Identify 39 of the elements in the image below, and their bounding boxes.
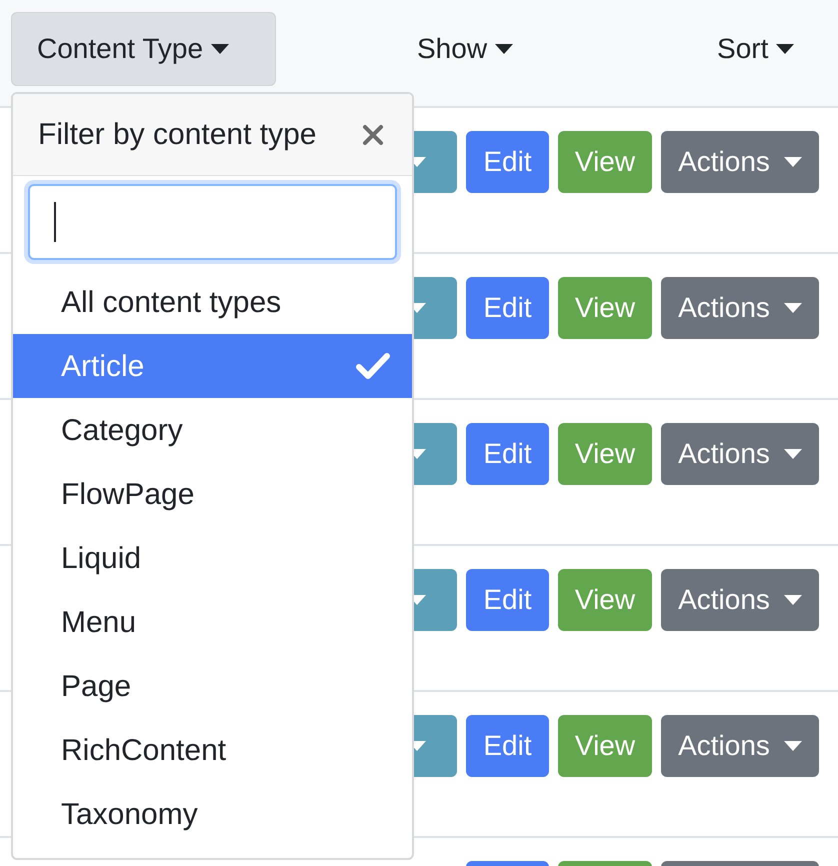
view-button[interactable]: View (558, 423, 652, 485)
view-button[interactable]: View (558, 569, 652, 631)
text-cursor (54, 202, 56, 242)
close-icon[interactable] (362, 124, 384, 146)
actions-button[interactable]: Actions (661, 131, 819, 193)
edit-button[interactable]: Edit (466, 131, 549, 193)
edit-button[interactable]: Edit (466, 277, 549, 339)
actions-button[interactable]: Actions (661, 569, 819, 631)
menu-title: Filter by content type (38, 117, 316, 153)
actions-button[interactable]: Actions (661, 423, 819, 485)
check-icon (356, 352, 390, 380)
toolbar-dropdown[interactable]: Content Type (11, 12, 276, 86)
toolbar-dropdown[interactable]: Sort (692, 12, 820, 86)
caret-icon (784, 303, 802, 313)
view-button[interactable]: View (558, 131, 652, 193)
caret-icon (784, 595, 802, 605)
menu-item[interactable]: Liquid (13, 526, 412, 590)
edit-button[interactable]: Edit (466, 569, 549, 631)
menu-item[interactable]: All content types (13, 270, 412, 334)
menu-item[interactable]: Taxonomy (13, 782, 412, 846)
view-button[interactable]: View (558, 277, 652, 339)
edit-button[interactable]: Edit (466, 423, 549, 485)
toolbar-dropdown[interactable]: Show (392, 12, 538, 86)
view-button[interactable]: View (558, 715, 652, 777)
menu-item[interactable]: FlowPage (13, 462, 412, 526)
caret-icon (784, 449, 802, 459)
caret-icon (784, 741, 802, 751)
caret-icon (784, 157, 802, 167)
caret-icon (495, 44, 514, 54)
menu-item[interactable]: RichContent (13, 718, 412, 782)
actions-button[interactable]: Actions (661, 277, 819, 339)
menu-item[interactable]: Article (13, 334, 412, 398)
actions-button[interactable]: Actions (661, 715, 819, 777)
edit-button[interactable]: Edit (466, 715, 549, 777)
menu-item[interactable]: Menu (13, 590, 412, 654)
menu-item[interactable]: Category (13, 398, 412, 462)
caret-icon (211, 44, 230, 54)
menu-item[interactable]: Page (13, 654, 412, 718)
caret-icon (776, 44, 794, 54)
